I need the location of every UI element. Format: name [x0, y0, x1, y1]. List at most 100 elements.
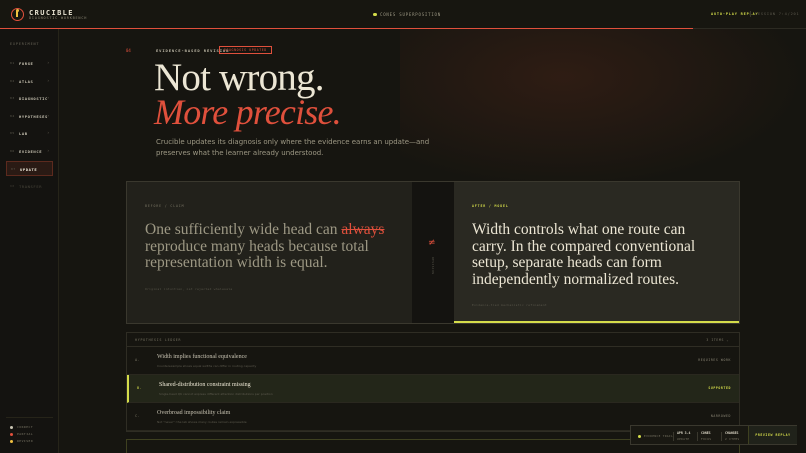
legend-label: PARTIAL — [17, 432, 34, 436]
item-title: Shared-distribution constraint missing — [159, 382, 251, 388]
nav-number: 01 — [10, 61, 15, 65]
status-badge: REQUIRES WORK — [698, 358, 731, 362]
status-text: CONES SUPERPOSITION — [380, 12, 441, 17]
nav-number: 06 — [10, 149, 15, 153]
nav-number: 07 — [11, 167, 16, 171]
status-dot-icon — [638, 435, 641, 438]
before-claim-start: One sufficiently wide head can — [145, 221, 342, 238]
after-tag: AFTER / MODEL — [472, 204, 509, 208]
sidebar-item-evidence[interactable]: 06 EVIDENCE › — [6, 144, 53, 159]
item-index: B. — [137, 386, 142, 390]
nav-number: 03 — [10, 96, 15, 100]
nav-label: DIAGNOSTIC — [19, 96, 48, 101]
session-label: SESSION 7:4/201 — [755, 12, 800, 16]
toolbar-divider — [697, 432, 698, 441]
nav-number: 04 — [10, 114, 15, 118]
before-after-card: BEFORE / CLAIM One sufficiently wide hea… — [126, 181, 740, 324]
toolbar-divider — [721, 432, 722, 441]
nav-number: 08 — [10, 184, 15, 188]
chevron-right-icon: › — [46, 60, 50, 65]
sidebar-title: EXPERIMENT — [10, 42, 40, 46]
legend-revised: REVISED — [10, 439, 33, 443]
before-note: Original intuition, not rejected wholesa… — [145, 287, 233, 291]
before-claim: One sufficiently wide head can always re… — [145, 221, 395, 272]
not-equal-icon: ≠ — [428, 238, 436, 248]
status-indicator: CONES SUPERPOSITION — [373, 12, 441, 17]
nav-label: FORGE — [19, 61, 34, 66]
step-number: 04 — [126, 48, 131, 53]
hero-description: Crucible updates its diagnosis only wher… — [156, 138, 430, 157]
item-title: Overbroad impossibility claim — [157, 410, 231, 416]
list-item[interactable]: A. Width implies functional equivalence … — [127, 347, 739, 375]
nav-label: EVIDENCE — [19, 149, 43, 154]
item-subtitle: Single-head QK cannot express different … — [159, 392, 273, 396]
toolbar-divider — [673, 432, 674, 441]
after-panel: AFTER / MODEL Width controls what one ro… — [454, 182, 739, 323]
chevron-right-icon: › — [46, 148, 50, 153]
after-model: Width controls what one route can carry.… — [472, 221, 696, 288]
legend-dot-icon — [10, 425, 13, 429]
nav-label: TRANSFER — [19, 184, 43, 189]
toolbar-label-update: UPDATE — [677, 437, 690, 441]
hypothesis-ledger: HYPOTHESIS LEDGER 3 ITEMS ⌄ A. Width imp… — [126, 332, 740, 432]
nav-label: HYPOTHESES — [19, 114, 48, 119]
status-badge: SUPPORTED — [708, 386, 731, 390]
crucible-logo-icon — [11, 8, 24, 21]
before-claim-end: reproduce many heads because total repre… — [145, 237, 369, 271]
ledger-header: HYPOTHESIS LEDGER 3 ITEMS ⌄ — [127, 333, 739, 347]
preview-replay-button[interactable]: PREVIEW REPLAY — [748, 426, 797, 444]
status-badge: NARROWED — [710, 414, 731, 418]
nav-label: UPDATE — [20, 167, 38, 172]
chevron-right-icon: › — [46, 95, 50, 100]
legend-dot-icon — [10, 432, 13, 436]
toolbar-label-changes: 2 ITEMS — [725, 437, 740, 441]
toolbar-value-focus: CONES — [701, 431, 711, 435]
legend-correct: CORRECT — [10, 425, 33, 429]
nav-label: LAB — [19, 131, 28, 136]
legend-label: REVISED — [17, 439, 34, 443]
sidebar-item-forge[interactable]: 01 FORGE › — [6, 56, 53, 71]
diagnosis-badge: DIAGNOSIS UPDATED — [219, 46, 272, 54]
sidebar-item-hypotheses[interactable]: 04 HYPOTHESES › — [6, 109, 53, 124]
item-index: A. — [135, 358, 140, 362]
item-index: C. — [135, 414, 140, 418]
struck-word: always — [341, 221, 385, 238]
legend-dot-icon — [10, 439, 13, 443]
chevron-right-icon: › — [46, 130, 50, 135]
nav-label: ATLAS — [19, 79, 34, 84]
ledger-toggle[interactable]: 3 ITEMS ⌄ — [706, 338, 729, 342]
sidebar-item-update[interactable]: 07 UPDATE — [6, 161, 53, 176]
ledger-title: HYPOTHESIS LEDGER — [135, 338, 182, 342]
replay-toolbar: EVIDENCE TRAIL APR 3.4 UPDATE CONES FOCU… — [630, 425, 797, 445]
before-tag: BEFORE / CLAIM — [145, 204, 185, 208]
item-subtitle: Counterexample shows equal widths can di… — [157, 364, 257, 368]
sidebar-item-lab[interactable]: 05 LAB › — [6, 126, 53, 141]
sidebar-item-diagnostic[interactable]: 03 DIAGNOSTIC › — [6, 91, 53, 106]
sidebar-divider — [6, 417, 53, 418]
nav-number: 02 — [10, 79, 15, 83]
top-bar: CRUCIBLE DIAGNOSTIC WORKBENCH CONES SUPE… — [0, 0, 806, 29]
toolbar-label-focus: FOCUS — [701, 437, 712, 441]
brand-subtitle: DIAGNOSTIC WORKBENCH — [29, 16, 88, 20]
toolbar-value-changes: CHANGES — [725, 431, 739, 435]
evidence-trail-label: EVIDENCE TRAIL — [644, 434, 674, 438]
autoplay-replay-button[interactable]: AUTO-PLAY REPLAY — [711, 12, 758, 16]
legend-label: CORRECT — [17, 425, 34, 429]
sidebar-item-atlas[interactable]: 02 ATLAS › — [6, 74, 53, 89]
nav-number: 05 — [10, 131, 15, 135]
revision-label: REVISION — [431, 257, 435, 275]
hero-subheadline: More precise. — [154, 92, 342, 132]
sidebar: EXPERIMENT 01 FORGE › 02 ATLAS › 03 DIAG… — [0, 29, 59, 453]
revision-divider: ≠ REVISION — [412, 182, 454, 323]
after-note: Evidence-tied mechanistic refinement — [472, 303, 548, 307]
before-panel: BEFORE / CLAIM One sufficiently wide hea… — [127, 182, 412, 323]
list-item[interactable]: B. Shared-distribution constraint missin… — [127, 375, 739, 403]
chevron-right-icon: › — [46, 78, 50, 83]
toolbar-value-update: APR 3.4 — [677, 431, 691, 435]
item-subtitle: Not "never": the lab shows many routes r… — [157, 420, 247, 424]
background-glow — [400, 29, 806, 189]
item-title: Width implies functional equivalence — [157, 354, 247, 360]
legend-partial: PARTIAL — [10, 432, 33, 436]
chevron-right-icon: › — [46, 113, 50, 118]
sidebar-item-transfer[interactable]: 08 TRANSFER — [6, 179, 53, 194]
